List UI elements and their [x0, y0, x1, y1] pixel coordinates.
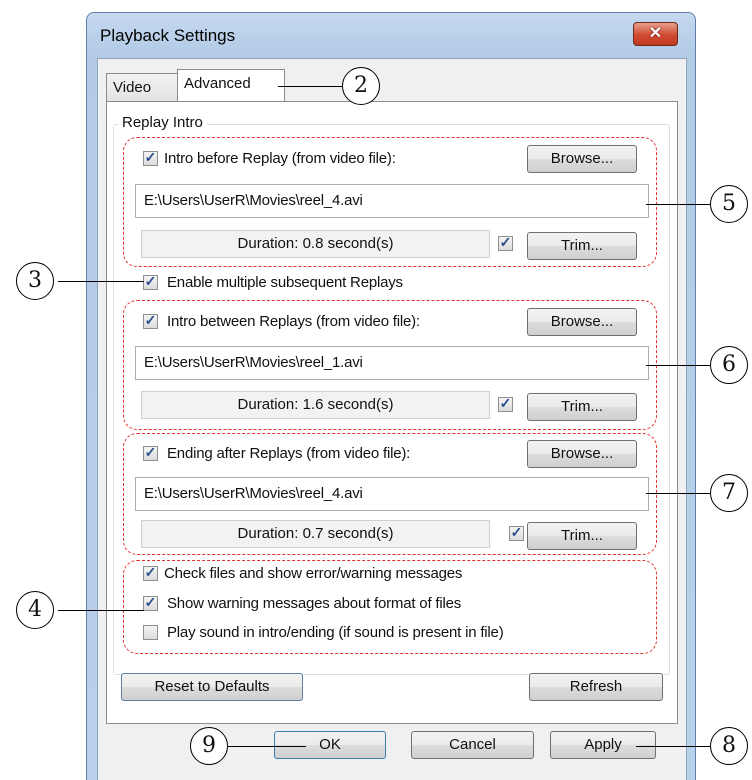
intro-trim-button[interactable]: Trim... [527, 232, 637, 260]
callout-line-4 [58, 610, 144, 611]
format-warnings-label: Show warning messages about format of fi… [167, 595, 462, 612]
between-trim-button[interactable]: Trim... [527, 393, 637, 421]
ending-trim-checkbox[interactable]: ✓ [509, 524, 524, 541]
between-trim-checkbox[interactable]: ✓ [498, 395, 513, 412]
ending-label: Ending after Replays (from video file): [167, 445, 411, 462]
intro-path-field[interactable]: E:\Users\UserR\Movies\reel_4.avi [135, 184, 649, 218]
callout-line-3 [58, 281, 144, 282]
play-sound-label: Play sound in intro/ending (if sound is … [167, 624, 504, 641]
close-icon: ✕ [648, 25, 663, 42]
callout-3: 3 [16, 262, 54, 300]
checkmark-icon: ✓ [510, 524, 523, 540]
callout-line-5 [646, 204, 710, 205]
play-sound-checkbox[interactable] [143, 625, 158, 640]
intro-trim-checkbox[interactable]: ✓ [498, 234, 513, 251]
ending-checkbox[interactable]: ✓ [143, 444, 158, 461]
intro-before-replay-checkbox[interactable]: ✓ [143, 149, 158, 166]
checkmark-icon: ✓ [144, 312, 157, 328]
apply-button[interactable]: Apply [550, 731, 656, 759]
callout-line-7 [646, 493, 710, 494]
between-browse-button[interactable]: Browse... [527, 308, 637, 336]
ending-trim-button[interactable]: Trim... [527, 522, 637, 550]
checkmark-icon: ✓ [499, 395, 512, 411]
intro-between-label: Intro between Replays (from video file): [167, 313, 420, 330]
check-files-label: Check files and show error/warning messa… [164, 565, 463, 582]
cancel-button[interactable]: Cancel [411, 731, 534, 759]
ending-path-field[interactable]: E:\Users\UserR\Movies\reel_4.avi [135, 477, 649, 511]
callout-9: 9 [190, 727, 228, 765]
tab-advanced[interactable]: Advanced [177, 69, 285, 101]
callout-8: 8 [710, 727, 748, 765]
refresh-button[interactable]: Refresh [529, 673, 663, 701]
callout-line-2 [278, 86, 342, 87]
intro-before-replay-label: Intro before Replay (from video file): [164, 150, 396, 167]
reset-to-defaults-button[interactable]: Reset to Defaults [121, 673, 303, 701]
between-path-field[interactable]: E:\Users\UserR\Movies\reel_1.avi [135, 346, 649, 380]
callout-5: 5 [710, 185, 748, 223]
format-warnings-checkbox[interactable]: ✓ [143, 594, 158, 611]
callout-line-9 [228, 746, 306, 747]
enable-multiple-label: Enable multiple subsequent Replays [167, 274, 403, 291]
callout-6: 6 [710, 346, 748, 384]
ok-button[interactable]: OK [274, 731, 386, 759]
intro-duration: Duration: 0.8 second(s) [141, 230, 490, 258]
between-duration: Duration: 1.6 second(s) [141, 391, 490, 419]
checkmark-icon: ✓ [144, 273, 157, 289]
callout-7: 7 [710, 474, 748, 512]
checkmark-icon: ✓ [144, 594, 157, 610]
callout-line-8 [636, 746, 710, 747]
replay-intro-group-title: Replay Intro [118, 114, 207, 131]
callout-2: 2 [342, 67, 380, 105]
callout-4: 4 [16, 591, 54, 629]
checkmark-icon: ✓ [144, 149, 157, 165]
enable-multiple-checkbox[interactable]: ✓ [143, 273, 158, 290]
ending-duration: Duration: 0.7 second(s) [141, 520, 490, 548]
check-files-checkbox[interactable]: ✓ [143, 564, 158, 581]
checkmark-icon: ✓ [499, 234, 512, 250]
ending-browse-button[interactable]: Browse... [527, 440, 637, 468]
window-title: Playback Settings [100, 26, 236, 45]
checkmark-icon: ✓ [144, 444, 157, 460]
checkmark-icon: ✓ [144, 564, 157, 580]
tab-video[interactable]: Video [106, 73, 178, 101]
close-button[interactable]: ✕ [633, 22, 678, 46]
callout-line-6 [646, 365, 710, 366]
intro-between-checkbox[interactable]: ✓ [143, 312, 158, 329]
intro-browse-button[interactable]: Browse... [527, 145, 637, 173]
